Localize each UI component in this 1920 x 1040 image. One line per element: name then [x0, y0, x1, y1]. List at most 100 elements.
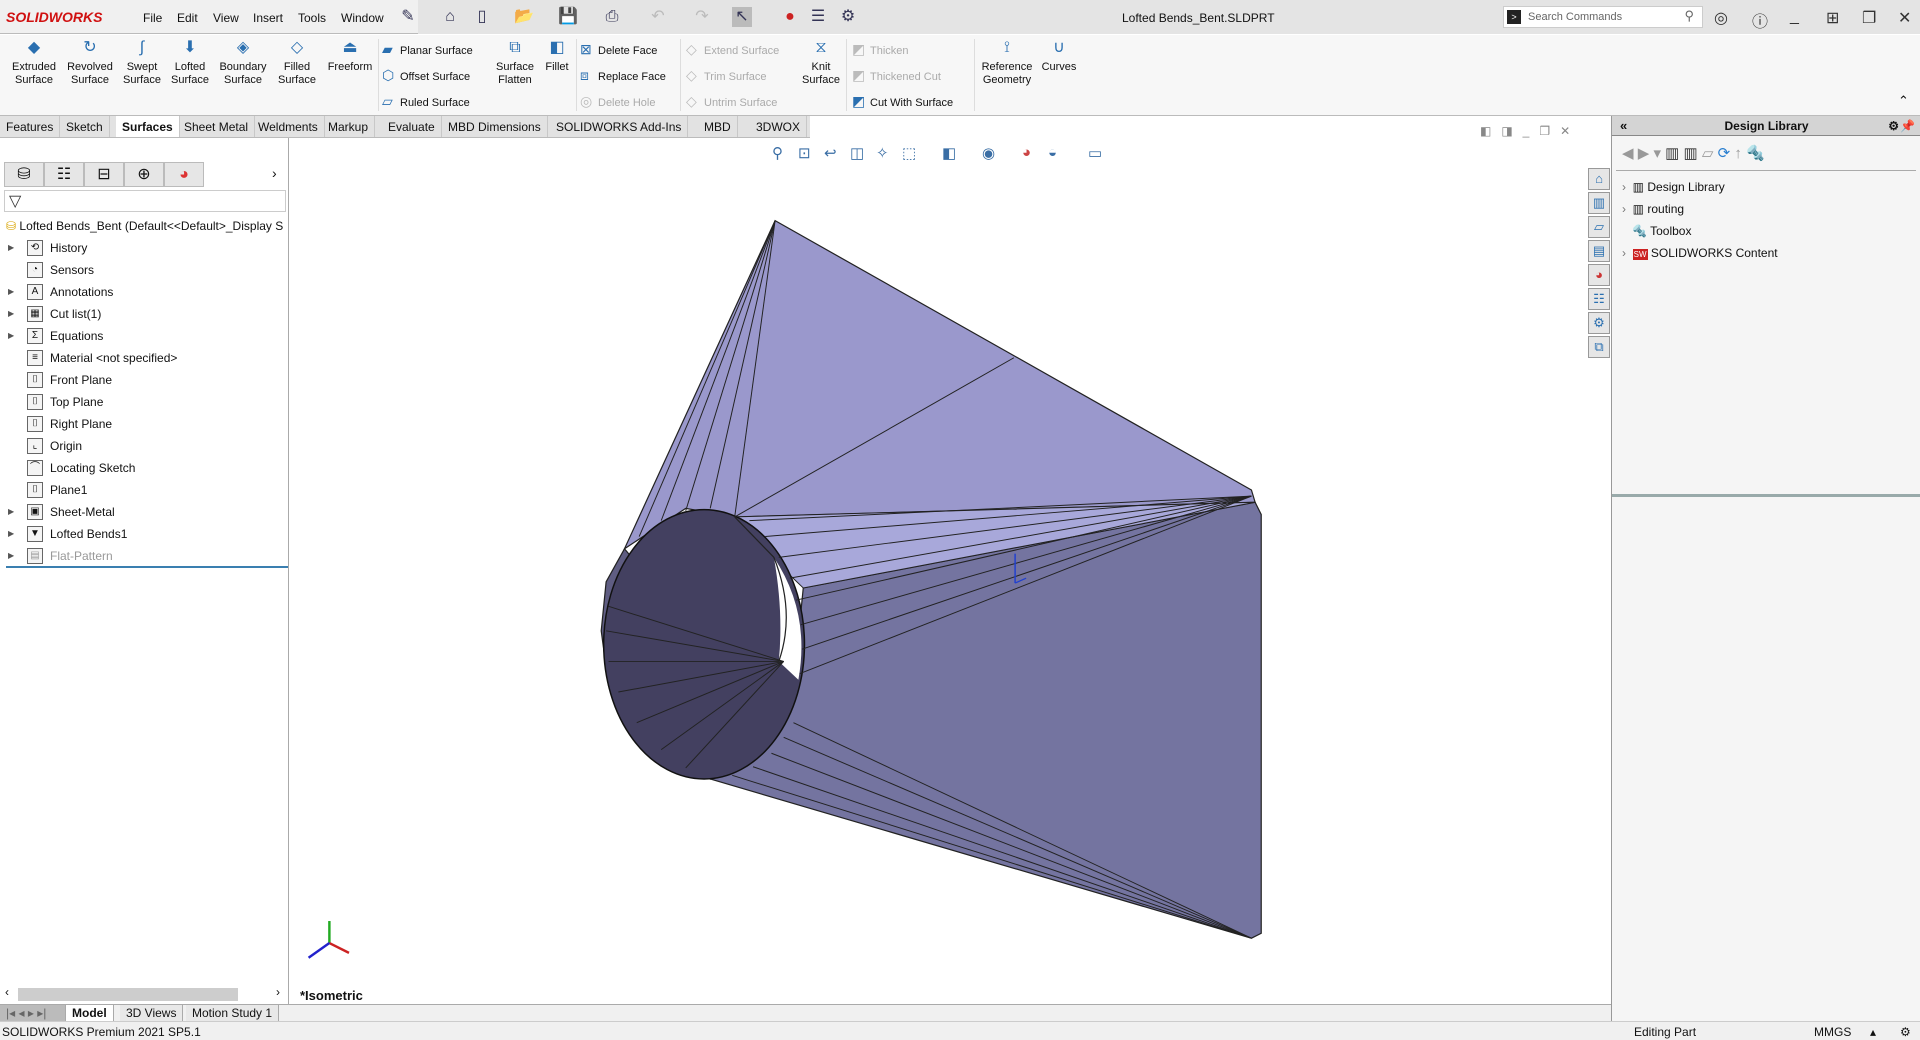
revolved-surface-button[interactable]: ↻ Revolved Surface — [62, 40, 118, 87]
tab-surfaces[interactable]: Surfaces — [116, 116, 180, 137]
feature-manager-tab-icon[interactable]: ⛁ — [4, 162, 44, 187]
restore-icon[interactable]: ❐ — [1862, 8, 1876, 28]
tab-evaluate[interactable]: Evaluate — [382, 116, 442, 137]
home-icon[interactable]: ⌂ — [440, 7, 460, 27]
up-arrow-icon[interactable]: ↑ — [1734, 145, 1742, 162]
tree-item[interactable]: ⌞ Origin — [0, 435, 288, 457]
rollback-bar[interactable] — [6, 566, 288, 568]
offset-surface-button[interactable]: ⬡ Offset Surface — [382, 67, 470, 84]
display-manager-tab-icon[interactable]: ◕ — [164, 162, 204, 187]
view-settings-icon[interactable]: ▭ — [1088, 144, 1102, 162]
tree-item[interactable]: ⌒ Locating Sketch — [0, 457, 288, 479]
rebuild-status-icon[interactable]: ⚙ — [1900, 1025, 1911, 1039]
swept-surface-button[interactable]: ∫ Swept Surface — [116, 40, 168, 87]
motion-study-tab-icon[interactable]: ⧉ — [1588, 336, 1610, 358]
close-icon[interactable]: ✕ — [1898, 8, 1911, 28]
options-gear-icon[interactable]: ⚙ — [838, 7, 858, 27]
redo-icon[interactable]: ↷ — [692, 7, 712, 27]
delete-hole-button[interactable]: ◎ Delete Hole — [580, 93, 655, 110]
print-icon[interactable]: ⎙ — [602, 7, 622, 27]
dynamic-annotation-icon[interactable]: ✧ — [876, 144, 889, 162]
rebuild-icon[interactable]: ● — [780, 7, 800, 27]
create-folder-icon[interactable]: ▱ — [1702, 145, 1714, 162]
tab-3dwox[interactable]: 3DWOX — [750, 116, 808, 137]
tree-item[interactable]: ⌷ Top Plane — [0, 391, 288, 413]
menu-view[interactable]: View — [213, 11, 239, 25]
thickened-cut-button[interactable]: ◩ Thickened Cut — [852, 67, 941, 84]
tab-weldments[interactable]: Weldments — [252, 116, 325, 137]
horizontal-scrollbar[interactable]: ‹ › — [0, 985, 289, 1003]
tab-scroll-arrows[interactable]: |◂ ◂ ▸ ▸| — [0, 1005, 66, 1022]
boundary-surface-button[interactable]: ◈ Boundary Surface — [213, 40, 273, 87]
reference-geometry-button[interactable]: ⟟ Reference Geometry — [978, 40, 1036, 87]
zoom-to-area-icon[interactable]: ⊡ — [798, 144, 811, 162]
save-icon[interactable]: 💾 — [558, 7, 578, 27]
property-manager-tab-icon[interactable]: ☷ — [44, 162, 84, 187]
expand-arrow-icon[interactable]: ▶ — [8, 501, 14, 523]
planar-surface-button[interactable]: ▰ Planar Surface — [382, 41, 473, 58]
menu-tools[interactable]: Tools — [298, 11, 326, 25]
add-to-library-icon[interactable]: ▥ — [1665, 145, 1679, 162]
edit-appearance-icon[interactable]: ◕ — [1022, 144, 1031, 161]
view-orientation-icon[interactable]: ⬚ — [902, 144, 916, 162]
menu-window[interactable]: Window — [341, 11, 384, 25]
toolbox-icon[interactable]: 🔩 — [1746, 145, 1765, 162]
tab-mbd-dimensions[interactable]: MBD Dimensions — [442, 116, 548, 137]
delete-face-button[interactable]: ⊠ Delete Face — [580, 41, 657, 58]
tree-item[interactable]: ≡ Material <not specified> — [0, 347, 288, 369]
dropdown-icon[interactable]: ▾ — [1653, 145, 1661, 162]
tab-solidworks-add-ins[interactable]: SOLIDWORKS Add-Ins — [550, 116, 689, 137]
design-library-tab-icon[interactable]: ▥ — [1588, 192, 1610, 214]
tree-item[interactable]: ▶ ⟲ History — [0, 237, 288, 259]
tab-motion-study-1[interactable]: Motion Study 1 — [186, 1005, 280, 1022]
expand-arrow-icon[interactable]: ▶ — [8, 545, 14, 567]
add-file-location-icon[interactable]: ▥ — [1684, 145, 1698, 162]
expand-arrow-icon[interactable]: ▶ — [8, 237, 14, 259]
collapse-panel-icon[interactable]: « — [1620, 116, 1627, 136]
settings-gear-icon[interactable]: ⚙ — [1888, 116, 1899, 136]
panel-splitter[interactable] — [1612, 494, 1920, 497]
library-item[interactable]: 🔩 Toolbox — [1622, 220, 1691, 242]
menu-file[interactable]: File — [143, 11, 162, 25]
tree-item[interactable]: ▶ ▦ Cut list(1) — [0, 303, 288, 325]
surface-flatten-button[interactable]: ⧉ Surface Flatten — [490, 40, 540, 87]
tab-mbd[interactable]: MBD — [698, 116, 738, 137]
fillet-button[interactable]: ◧ Fillet — [540, 40, 574, 74]
resources-tab-home-icon[interactable]: ⌂ — [1588, 168, 1610, 190]
tree-item[interactable]: ⌷ Plane1 — [0, 479, 288, 501]
viewport-window-controls[interactable]: ◧ ◨ _ ❐ ✕ — [1480, 124, 1570, 138]
expand-arrow-icon[interactable]: ▶ — [8, 523, 14, 545]
tree-item[interactable]: ▶ A Annotations — [0, 281, 288, 303]
file-explorer-tab-icon[interactable]: ▱ — [1588, 216, 1610, 238]
tab-sheet-metal[interactable]: Sheet Metal — [178, 116, 256, 137]
menu-insert[interactable]: Insert — [253, 11, 283, 25]
library-item[interactable]: › ▥ Design Library — [1622, 176, 1725, 198]
undo-icon[interactable]: ↶ — [648, 7, 668, 27]
expand-arrow-icon[interactable]: › — [1622, 202, 1626, 216]
appearances-tab-icon[interactable]: ◕ — [1588, 264, 1610, 286]
lofted-surface-button[interactable]: ⬇ Lofted Surface — [164, 40, 216, 87]
trim-surface-button[interactable]: ◇ Trim Surface — [686, 67, 767, 84]
curves-button[interactable]: ∪ Curves — [1036, 40, 1082, 74]
search-commands-input[interactable]: > Search Commands ⚲ — [1503, 6, 1703, 28]
chevron-right-icon[interactable]: › — [272, 165, 277, 181]
display-style-icon[interactable]: ◧ — [942, 144, 956, 162]
pin-icon[interactable]: 📌 — [1900, 116, 1915, 136]
tree-item[interactable]: ◔ Sensors — [0, 259, 288, 281]
view-palette-tab-icon[interactable]: ▤ — [1588, 240, 1610, 262]
menu-edit[interactable]: Edit — [177, 11, 198, 25]
apply-scene-icon[interactable]: ◒ — [1048, 144, 1057, 161]
select-cursor-icon[interactable]: ↖ — [732, 7, 752, 27]
search-icon[interactable]: ⚲ — [1684, 8, 1694, 24]
freeform-button[interactable]: ⏏ Freeform — [322, 40, 378, 74]
tab-model[interactable]: Model — [66, 1005, 114, 1022]
expand-arrow-icon[interactable]: › — [1622, 180, 1626, 194]
previous-view-icon[interactable]: ↩ — [824, 144, 837, 162]
tab-sketch[interactable]: Sketch — [60, 116, 110, 137]
expand-arrow-icon[interactable]: ▶ — [8, 281, 14, 303]
dimxpert-tab-icon[interactable]: ⊕ — [124, 162, 164, 187]
help-icon[interactable]: ⓘ — [1752, 8, 1768, 32]
tile-icon[interactable]: ⊞ — [1826, 8, 1839, 28]
back-icon[interactable]: ◀ — [1622, 145, 1634, 162]
library-item[interactable]: › ▥ routing — [1622, 198, 1684, 220]
